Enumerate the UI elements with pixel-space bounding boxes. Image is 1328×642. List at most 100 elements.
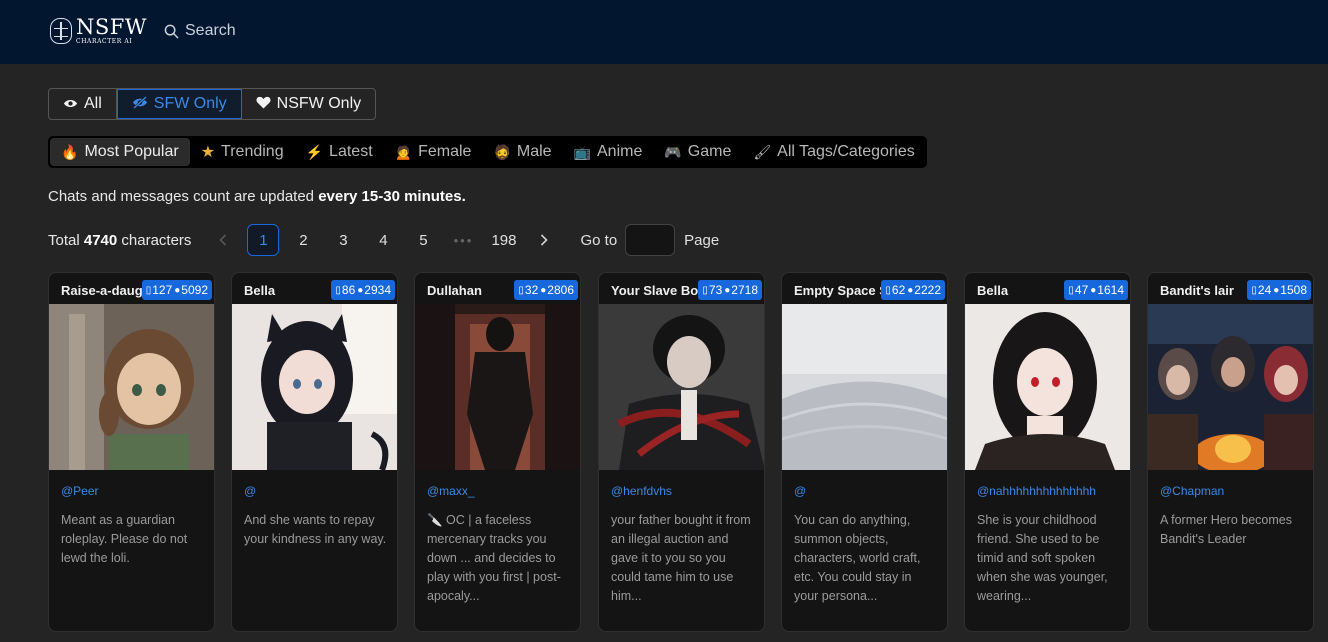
character-avatar-image [232,304,397,470]
tab-latest[interactable]: ⚡ Latest [295,138,384,166]
character-card[interactable]: Bandit's lair ▯ 24 ● 1508 @Chapman A former… [1147,272,1314,632]
chat-bubbles-icon: ● [357,284,364,296]
character-author-link[interactable]: @maxx_ [427,484,572,498]
character-author-link[interactable]: @nahhhhhhhhhhhhhh [977,484,1122,498]
character-author-link[interactable]: @Chapman [1160,484,1305,498]
message-count: 2934 [364,283,391,297]
character-author-link[interactable]: @ [244,484,389,498]
page-4-button[interactable]: 4 [367,224,399,256]
filter-nsfw-button[interactable]: NSFW Only [242,89,375,119]
pagination: Total 4740 characters 1 2 3 4 5 ••• 198 … [48,224,719,256]
goto-page-input[interactable] [625,224,676,256]
prev-page-button[interactable] [207,224,239,256]
character-card[interactable]: Bella ▯ 47 ● 1614 @nahhhhhhhhhhhhhh She is … [964,272,1131,632]
stats-badge: ▯ 127 ● 5092 [141,280,212,300]
document-icon: ▯ [702,284,708,296]
next-page-button[interactable] [528,224,560,256]
total-count: 4740 [83,231,118,249]
character-author-link[interactable]: @Peer [61,484,206,498]
character-avatar-image [415,304,580,470]
tab-anime[interactable]: 📺 Anime [563,138,654,166]
message-count: 1508 [1280,283,1307,297]
character-author-link[interactable]: @ [794,484,939,498]
tab-male[interactable]: 🧔 Male [482,138,562,166]
character-card[interactable]: Dullahan ▯ 32 ● 2806 @maxx_ 🔪 OC | a facele… [414,272,581,632]
tab-female[interactable]: 🙍 Female [384,138,483,166]
tab-game[interactable]: 🎮 Game [653,138,742,166]
character-description: She is your childhood friend. She used t… [977,513,1108,603]
jump-next-ellipsis[interactable]: ••• [447,224,479,256]
heart-icon [256,96,271,112]
chat-count: 86 [341,283,356,297]
tab-anime-label: Anime [597,143,643,160]
message-count: 1614 [1097,283,1124,297]
male-face-icon: 🧔 [493,143,511,160]
chevron-right-icon [541,234,549,246]
tab-trending[interactable]: ★ Trending [190,138,295,166]
page-last-button[interactable]: 198 [487,224,520,256]
chevron-left-icon [219,234,227,246]
tab-latest-label: Latest [329,143,373,160]
gamepad-icon: 🎮 [664,143,682,160]
tab-all-tags-label: All Tags/Categories [777,143,915,160]
tab-most-popular[interactable]: 🔥 Most Popular [50,138,190,166]
character-description: your father bought it from an illegal au… [611,513,751,603]
search-button[interactable]: Search [164,22,236,40]
filter-sfw-label: SFW Only [153,95,227,112]
character-avatar-image [1148,304,1313,470]
total-characters: Total 4740 characters [48,231,192,249]
page-label: Page [684,231,720,249]
tab-trending-label: Trending [221,143,284,160]
document-icon: ▯ [145,284,152,296]
fire-icon: 🔥 [61,143,79,160]
stats-badge: ▯ 73 ● 2718 [698,280,762,300]
chat-count: 24 [1257,283,1272,297]
page-2-button[interactable]: 2 [287,224,319,256]
chat-count: 73 [708,283,723,297]
chat-count: 62 [891,283,906,297]
character-card[interactable]: Your Slave Boy ▯ 73 ● 2718 @henfdvhs your f… [598,272,765,632]
filter-nsfw-label: NSFW Only [276,95,362,112]
tab-most-popular-label: Most Popular [84,143,179,160]
document-icon: ▯ [1068,284,1074,296]
character-card[interactable]: Raise-a-daughter ▯ 127 ● 5092 @Peer Meant a… [48,272,215,632]
filter-all-button[interactable]: All [49,89,117,119]
character-avatar-image [599,304,764,470]
goto-label: Go to [580,231,618,249]
top-navigation-bar: NSFW CHARACTER AI Search [0,0,1328,64]
stats-badge: ▯ 24 ● 1508 [1247,280,1311,300]
filter-sfw-button[interactable]: SFW Only [116,89,242,119]
site-logo[interactable]: NSFW CHARACTER AI [50,17,147,45]
search-label: Search [185,22,236,39]
character-avatar-image [49,304,214,470]
tab-male-label: Male [516,143,552,160]
page-5-button[interactable]: 5 [407,224,439,256]
lightning-icon: ⚡ [305,143,324,160]
character-card[interactable]: Bella ▯ 86 ● 2934 @ And she wants to repay … [231,272,398,632]
eye-slash-icon [132,96,148,112]
update-interval: every 15-30 minutes. [318,188,466,205]
logo-title: NSFW [76,15,147,39]
stats-badge: ▯ 86 ● 2934 [331,280,395,300]
brush-icon: 🖌 [753,143,772,160]
chat-bubbles-icon: ● [540,284,547,296]
tv-icon: 📺 [573,143,591,160]
message-count: 2718 [731,283,758,297]
chat-bubbles-icon: ● [174,284,181,296]
character-author-link[interactable]: @henfdvhs [611,484,756,498]
tab-all-tags[interactable]: 🖌 All Tags/Categories [742,138,925,166]
goto-page: Go to Page [580,224,719,256]
eye-icon [63,96,78,112]
stats-badge: ▯ 62 ● 2222 [881,280,945,300]
search-icon [164,24,179,38]
category-tabs: 🔥 Most Popular ★ Trending ⚡ Latest 🙍 Fem… [48,136,927,168]
stats-badge: ▯ 47 ● 1614 [1064,280,1128,300]
chat-bubbles-icon: ● [907,284,914,296]
character-avatar-image [965,304,1130,470]
character-description: A former Hero becomes Bandit's Leader [1160,513,1292,546]
tab-female-label: Female [418,143,472,160]
page-3-button[interactable]: 3 [327,224,359,256]
character-description: Meant as a guardian roleplay. Please do … [61,513,188,565]
character-card[interactable]: Empty Space Simulator ▯ 62 ● 2222 @ You can… [781,272,948,632]
page-1-button[interactable]: 1 [247,224,280,256]
